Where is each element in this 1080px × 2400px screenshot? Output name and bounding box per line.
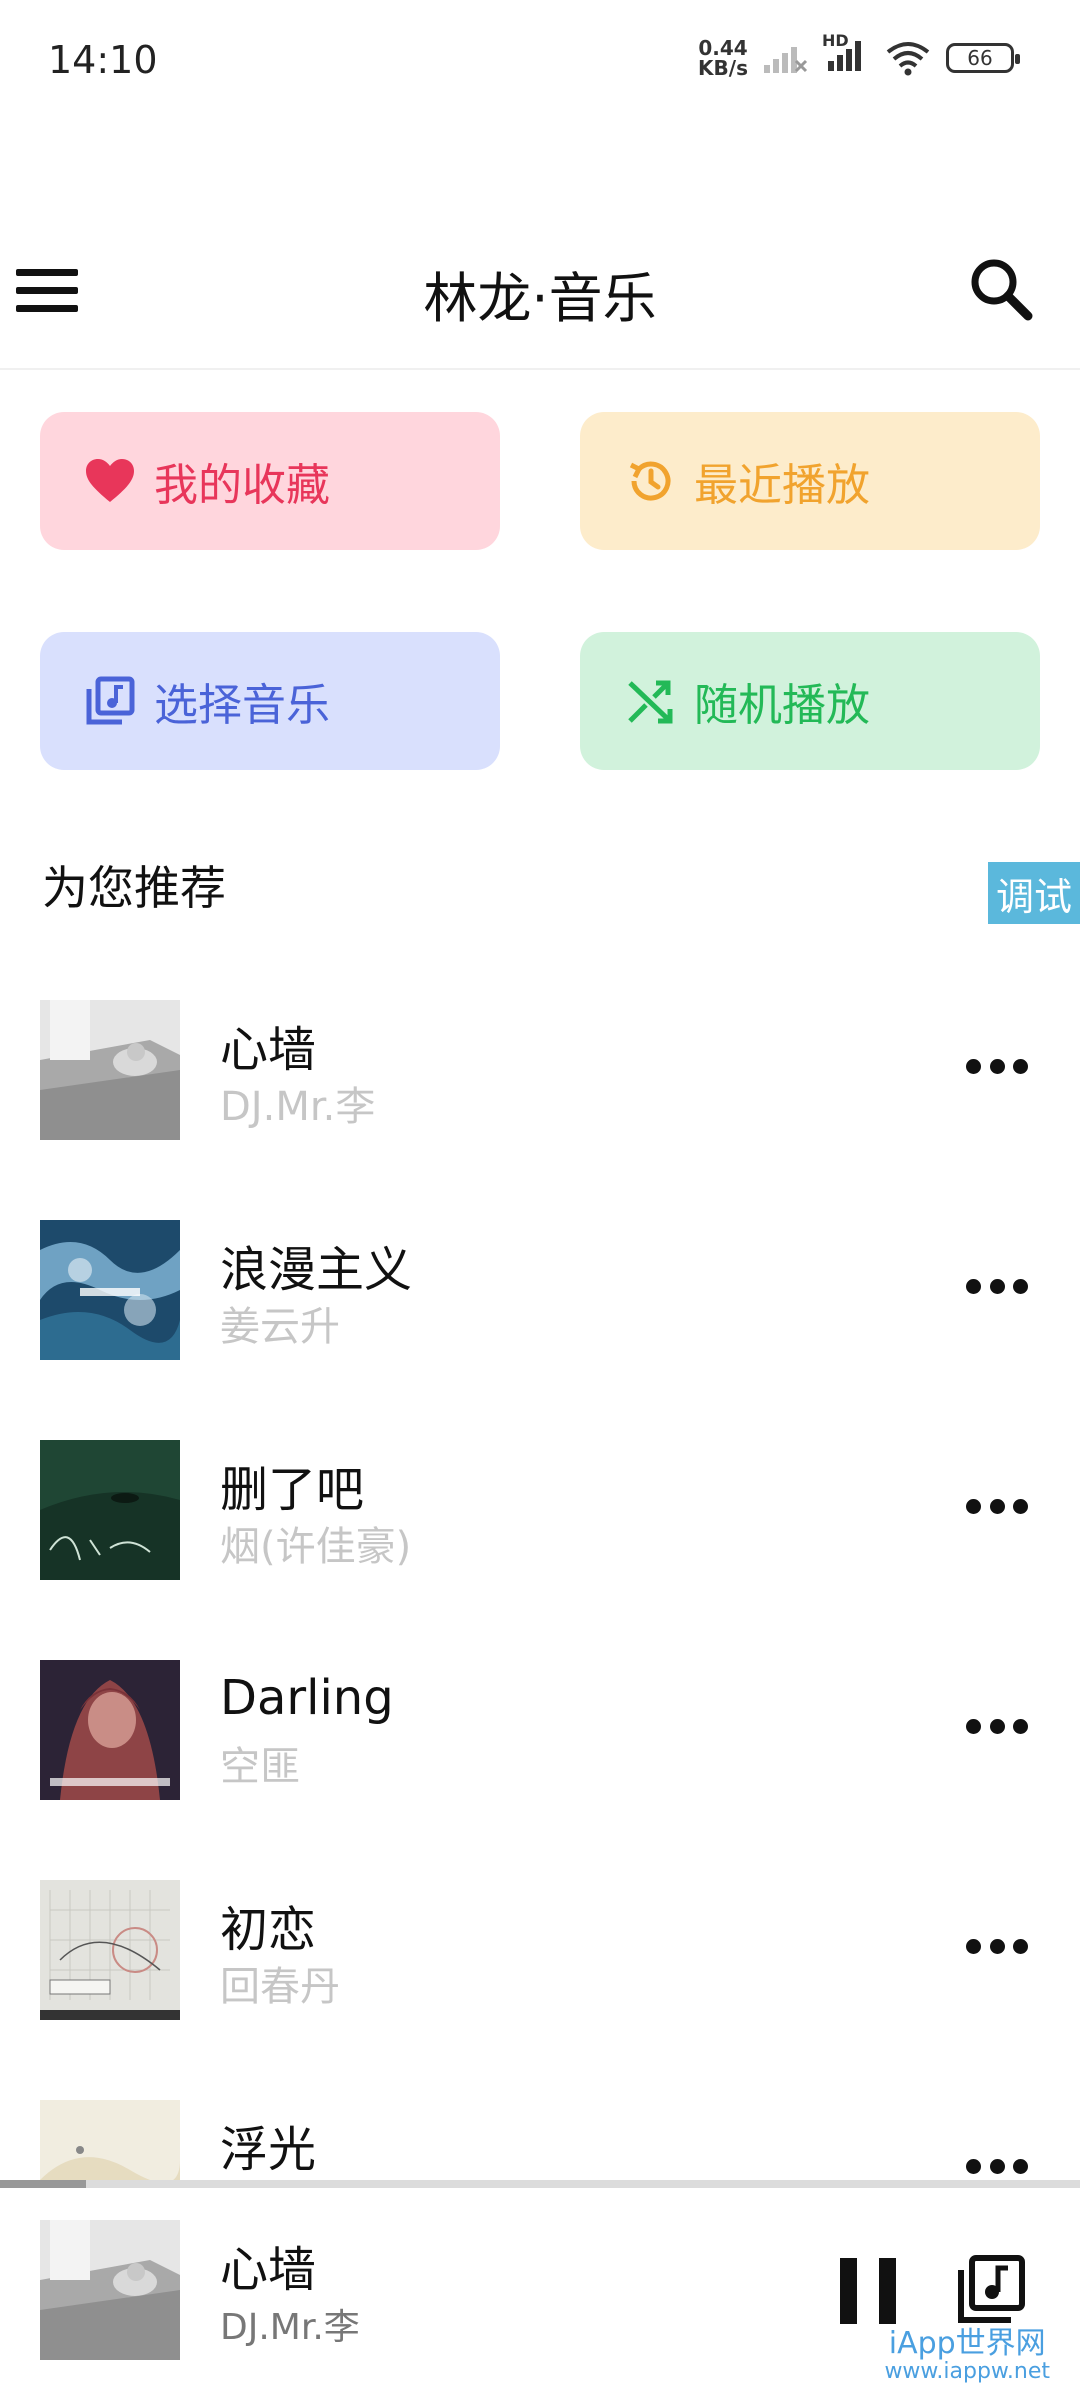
battery-indicator: 66: [946, 43, 1020, 73]
playlist-icon[interactable]: [956, 2254, 1026, 2324]
song-title: 浪漫主义: [220, 1242, 413, 1298]
shuffle-play-label: 随机播放: [694, 680, 870, 731]
now-playing-artist: DJ.Mr.李: [220, 2307, 360, 2348]
song-row[interactable]: 浪漫主义 姜云升: [0, 1210, 1080, 1430]
song-title: Darling: [220, 1670, 394, 1726]
more-options-icon[interactable]: [966, 1494, 1028, 1518]
recommend-title: 为您推荐: [42, 861, 226, 915]
signal-off-icon: [764, 47, 808, 73]
now-playing-title: 心墙: [220, 2242, 317, 2298]
song-title: 心墙: [220, 1022, 317, 1078]
shuffle-play-button[interactable]: 随机播放: [580, 632, 1040, 770]
song-row[interactable]: 删了吧 烟(许佳豪): [0, 1430, 1080, 1650]
more-options-icon[interactable]: [966, 1934, 1028, 1958]
song-artist: 姜云升: [220, 1304, 340, 1350]
album-cover: [40, 2100, 180, 2180]
mini-player[interactable]: 心墙 DJ.Mr.李 iApp世界网 www.iappw.net: [0, 2188, 1080, 2400]
app-title: 林龙·音乐: [423, 267, 657, 330]
wifi-icon: [886, 42, 930, 76]
song-artist: 空匪: [220, 1744, 300, 1790]
status-bar: 14:10 0.44 KB/s HD 66: [0, 0, 1080, 120]
album-cover: [40, 1000, 180, 1140]
network-speed: 0.44 KB/s: [698, 38, 748, 78]
watermark-line1: iApp世界网: [888, 2326, 1046, 2361]
search-icon[interactable]: [966, 254, 1036, 324]
song-title: 浮光: [220, 2122, 317, 2178]
song-artist: DJ.Mr.李: [220, 1084, 376, 1130]
watermark-line2: www.iappw.net: [884, 2358, 1050, 2384]
recent-plays-button[interactable]: 最近播放: [580, 412, 1040, 550]
music-library-icon: [84, 675, 136, 727]
network-speed-unit: KB/s: [698, 56, 748, 80]
album-cover: [40, 1660, 180, 1800]
status-icons: 0.44 KB/s HD 66: [698, 31, 1020, 78]
heart-icon: [84, 455, 136, 507]
song-artist: 烟(许佳豪): [220, 1524, 412, 1570]
more-options-icon[interactable]: [966, 1054, 1028, 1078]
album-cover: [40, 1440, 180, 1580]
pause-icon[interactable]: [840, 2258, 896, 2324]
song-title: 删了吧: [220, 1462, 365, 1518]
favorites-button[interactable]: 我的收藏: [40, 412, 500, 550]
now-playing-cover: [40, 2220, 180, 2360]
playback-progress-bar[interactable]: [0, 2180, 1080, 2188]
battery-level: 66: [967, 46, 993, 70]
watermark: iApp世界网 www.iappw.net: [884, 2328, 1050, 2383]
song-list: 心墙 DJ.Mr.李 浪漫主义 姜云升 删了吧 烟(许佳豪) Darling 空…: [0, 990, 1080, 2180]
song-title: 初恋: [220, 1902, 317, 1958]
select-music-button[interactable]: 选择音乐: [40, 632, 500, 770]
album-cover: [40, 1220, 180, 1360]
recent-plays-label: 最近播放: [694, 460, 870, 511]
history-icon: [624, 455, 676, 507]
more-options-icon[interactable]: [966, 1274, 1028, 1298]
song-row[interactable]: Darling 空匪: [0, 1650, 1080, 1870]
song-artist: 回春丹: [220, 1964, 340, 2010]
song-row[interactable]: 初恋 回春丹: [0, 1870, 1080, 2090]
status-time: 14:10: [48, 38, 158, 82]
favorites-label: 我的收藏: [154, 460, 330, 511]
album-cover: [40, 1880, 180, 2020]
app-header: 林龙·音乐: [0, 230, 1080, 370]
hd-label: HD: [822, 31, 849, 50]
more-options-icon[interactable]: [966, 2154, 1028, 2178]
playback-progress-fill: [0, 2180, 87, 2188]
song-row[interactable]: 浮光: [0, 2090, 1080, 2180]
network-speed-value: 0.44: [698, 36, 748, 60]
signal-hd: HD: [822, 31, 870, 77]
select-music-label: 选择音乐: [154, 680, 330, 731]
more-options-icon[interactable]: [966, 1714, 1028, 1738]
debug-button[interactable]: 调试: [988, 862, 1080, 924]
song-row[interactable]: 心墙 DJ.Mr.李: [0, 990, 1080, 1210]
shuffle-icon: [624, 675, 676, 727]
